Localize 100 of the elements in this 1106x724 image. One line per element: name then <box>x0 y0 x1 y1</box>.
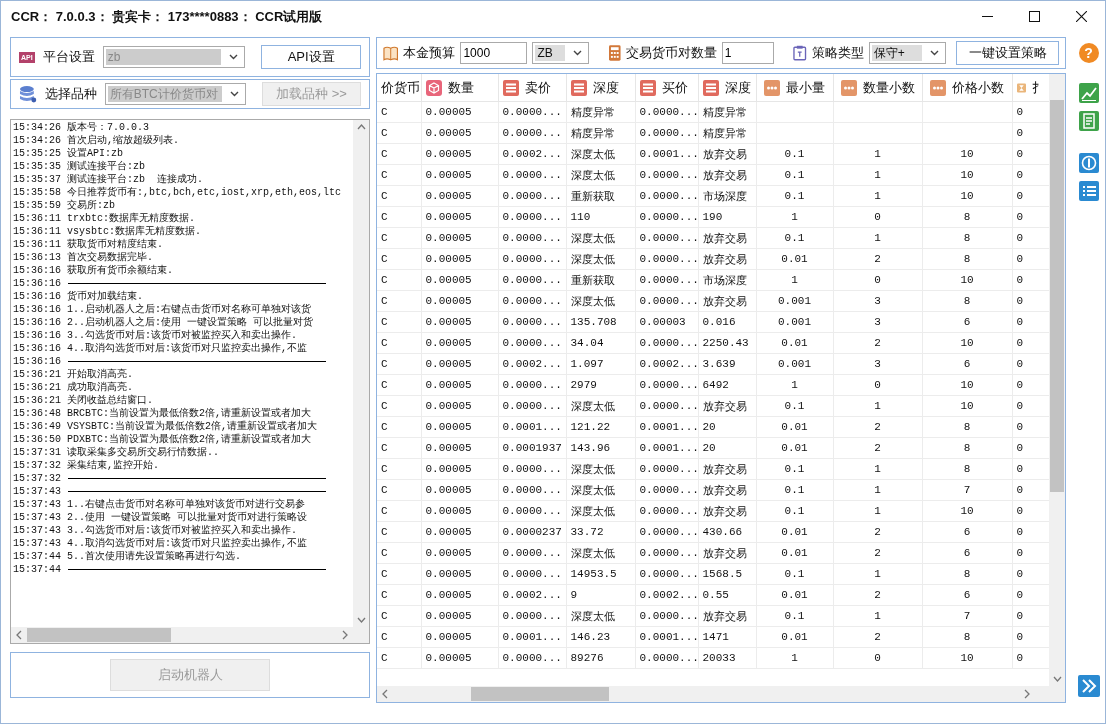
table-cell: 0.001 <box>778 316 811 328</box>
table-cell: 0.0000... <box>502 169 562 181</box>
table-cell: 3.639 <box>702 358 736 370</box>
pairs-field[interactable]: 1 <box>721 42 774 64</box>
book-icon <box>383 45 399 61</box>
table-cell: 1 <box>874 190 881 202</box>
scroll-right-icon[interactable] <box>342 630 348 640</box>
table-cell: 9 <box>570 589 578 601</box>
chart-icon[interactable] <box>1078 83 1099 103</box>
table-cell: 0.00005 <box>425 505 472 517</box>
table-cell: 0.0000... <box>639 295 697 307</box>
table-cell: 0.0000... <box>502 463 562 475</box>
document-icon[interactable] <box>1078 111 1099 131</box>
table-cell: 0.1 <box>784 568 805 580</box>
table-cell: 20 <box>702 421 716 433</box>
table-cell: C <box>381 421 388 433</box>
table-cell: 放弃交易 <box>702 169 747 182</box>
budget-field[interactable]: 1000 <box>460 42 528 64</box>
table-cell: 8 <box>963 568 971 580</box>
table-cell: 0.1 <box>784 148 805 160</box>
caret-icon <box>230 91 239 97</box>
scroll-left-icon[interactable] <box>16 630 22 640</box>
list-icon <box>639 79 656 96</box>
table-cell: 0.0000... <box>502 253 562 265</box>
table-cell: 0 <box>1016 526 1024 538</box>
list-icon <box>570 79 587 96</box>
scrollbar[interactable] <box>11 627 369 643</box>
currency-dropdown[interactable]: ZB <box>532 42 590 64</box>
column-header[interactable]: 数量小数 <box>862 78 915 97</box>
table-cell: 0.00003 <box>639 316 686 328</box>
table-cell: 放弃交易 <box>702 547 747 560</box>
table-cell: 0.00005 <box>425 526 472 538</box>
table-cell: 1471 <box>702 631 729 643</box>
api-settings-button[interactable]: API设置 <box>261 45 361 69</box>
list-icon[interactable] <box>1078 181 1099 201</box>
table-cell: 放弃交易 <box>702 463 747 476</box>
table-cell: 190 <box>702 211 723 223</box>
column-header[interactable]: 深度 <box>592 78 619 97</box>
table-cell: 10 <box>960 505 974 517</box>
table-cell: 8 <box>963 442 971 454</box>
maximize-icon[interactable] <box>1029 11 1040 22</box>
table-cell: 0.0000... <box>639 610 697 622</box>
log-entry: 15:36:11 trxbtc:数据库无精度数据. <box>13 212 197 225</box>
table-cell: C <box>381 379 388 391</box>
table-cell: 0 <box>1016 148 1024 160</box>
dots-icon <box>764 79 780 96</box>
scroll-right-icon[interactable] <box>1024 689 1030 699</box>
column-header[interactable]: 卖价 <box>524 78 551 97</box>
scroll-up-icon[interactable] <box>356 124 366 130</box>
column-header[interactable]: 深度 <box>724 78 751 97</box>
table-cell: 34.04 <box>570 337 604 349</box>
table-cell: 0 <box>1016 358 1024 370</box>
scroll-down-icon[interactable] <box>1052 676 1062 682</box>
log-entry: 15:36:16 2..启动机器人之后:使用 一键设置策略 可以批量对货 <box>13 316 314 329</box>
table-cell: 0.0000... <box>639 400 697 412</box>
close-icon[interactable] <box>1076 11 1087 22</box>
scrollbar[interactable] <box>377 686 1065 702</box>
table-cell: 深度太低 <box>570 232 615 245</box>
scrollbar[interactable] <box>353 120 369 627</box>
table-cell: 10 <box>960 274 974 286</box>
column-header[interactable]: 数量 <box>447 78 474 97</box>
column-header[interactable]: 买价 <box>661 78 688 97</box>
table-cell: 0 <box>1016 547 1024 559</box>
table-cell: C <box>381 526 388 538</box>
expand-icon[interactable] <box>1077 675 1100 697</box>
table-cell: 8 <box>963 421 971 433</box>
column-header[interactable]: 价格小数 <box>952 78 1004 97</box>
table-cell: 深度太低 <box>570 400 615 413</box>
table-cell: C <box>381 652 388 664</box>
scrollbar[interactable] <box>1049 74 1065 686</box>
strategy-dropdown[interactable]: 保守+ <box>868 42 947 64</box>
table-cell: 1 <box>874 463 881 475</box>
log-entry: 15:34:26 版本号：7.0.0.3 <box>13 121 150 134</box>
table-cell: C <box>381 631 388 643</box>
set-strategy-button[interactable]: 一键设置策略 <box>956 41 1059 65</box>
table-cell: 精度异常 <box>702 127 747 140</box>
scroll-down-icon[interactable] <box>356 617 366 623</box>
table-cell: 0.00005 <box>425 610 472 622</box>
table-cell: 深度太低 <box>570 484 615 497</box>
table-cell: C <box>381 232 388 244</box>
table-cell: 146.23 <box>570 631 611 643</box>
table-cell: 深度太低 <box>570 169 615 182</box>
symbol-label: 选择品种 <box>44 85 97 103</box>
table-cell: 0 <box>1016 169 1024 181</box>
table-cell: 市场深度 <box>702 190 747 203</box>
table-cell: 0.00005 <box>425 190 472 202</box>
table-cell: 110 <box>570 211 591 223</box>
coin-icon[interactable] <box>1078 153 1099 173</box>
column-header[interactable]: 扌 <box>1031 78 1045 97</box>
table-cell: 0 <box>1016 190 1024 202</box>
table-cell: 0.00005 <box>425 106 472 118</box>
column-header[interactable]: 价货币 <box>381 78 420 97</box>
table-cell: 0.0000... <box>639 169 697 181</box>
column-header[interactable]: 最小量 <box>786 78 825 97</box>
log-entry: 15:36:16 3..勾选货币对后:该货币对被监控买入和卖出操作. <box>13 329 298 342</box>
minimize-icon[interactable] <box>982 15 993 18</box>
table-cell: 0.0002... <box>502 589 562 601</box>
table-cell: 0.00005 <box>425 400 472 412</box>
log-entry: 15:36:16 货币对加载结束. <box>13 290 144 303</box>
scroll-left-icon[interactable] <box>382 689 388 699</box>
